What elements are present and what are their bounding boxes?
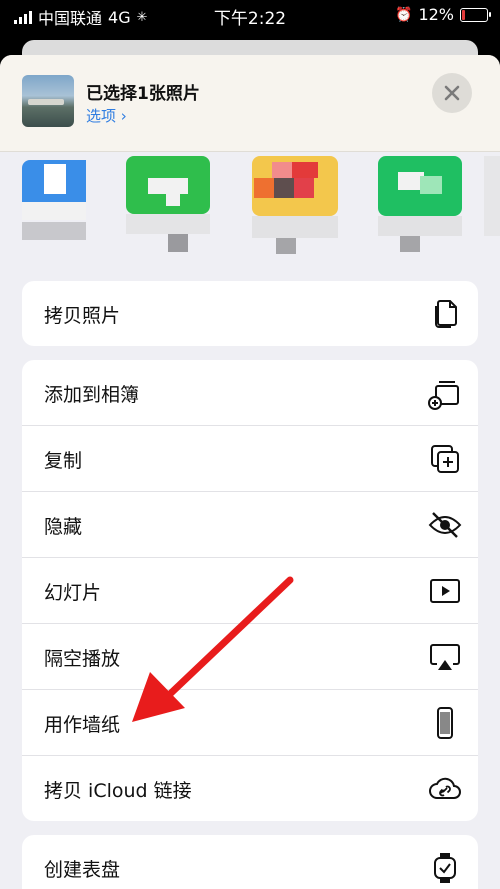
share-header: 已选择1张照片 选项 ›: [0, 55, 500, 152]
duplicate-icon: [431, 445, 459, 473]
alarm-icon: ⏰: [395, 6, 413, 23]
share-apps-row: [0, 152, 500, 282]
slideshow-play-icon: [430, 579, 460, 603]
add-to-album-icon: [428, 381, 459, 410]
watch-face-icon: [434, 853, 456, 883]
action-copy-photo[interactable]: 拷贝照片: [22, 281, 478, 346]
status-bar: 中国联通 4G ✳ 下午2:22 ⏰ 12%: [0, 0, 500, 30]
action-airplay[interactable]: 隔空播放: [22, 624, 478, 690]
phone-wallpaper-icon: [437, 707, 453, 739]
action-duplicate[interactable]: 复制: [22, 426, 478, 492]
action-label: 复制: [44, 450, 83, 472]
action-slideshow[interactable]: 幻灯片: [22, 558, 478, 624]
action-label: 拷贝 iCloud 链接: [44, 780, 192, 802]
action-label: 用作墙纸: [44, 714, 121, 736]
share-title: 已选择1张照片: [86, 84, 200, 104]
action-group-main: 添加到相簿 复制 隐藏 幻灯片 隔空播放 用作墙纸 拷贝 iCloud 链接: [22, 360, 478, 821]
action-create-watch-face[interactable]: 创建表盘: [22, 835, 478, 889]
airplay-icon: [430, 644, 460, 670]
action-group-copy: 拷贝照片: [22, 281, 478, 346]
action-label: 添加到相簿: [44, 384, 140, 406]
photo-thumbnail: [22, 75, 74, 127]
action-use-as-wallpaper[interactable]: 用作墙纸: [22, 690, 478, 756]
action-label: 隐藏: [44, 516, 83, 538]
action-label: 拷贝照片: [44, 305, 121, 327]
battery-icon: [460, 7, 491, 22]
action-group-watch: 创建表盘: [22, 835, 478, 889]
icloud-link-icon: [429, 777, 461, 799]
hide-eye-icon: [428, 512, 462, 538]
options-link[interactable]: 选项 ›: [86, 105, 127, 126]
action-label: 幻灯片: [44, 582, 102, 604]
action-hide[interactable]: 隐藏: [22, 492, 478, 558]
close-button[interactable]: [432, 73, 472, 113]
close-icon: [444, 85, 460, 101]
action-label: 创建表盘: [44, 859, 121, 881]
battery-percent: 12%: [418, 5, 454, 24]
action-copy-icloud-link[interactable]: 拷贝 iCloud 链接: [22, 756, 478, 821]
copy-photo-icon: [435, 300, 457, 328]
action-add-to-album[interactable]: 添加到相簿: [22, 360, 478, 426]
action-label: 隔空播放: [44, 648, 121, 670]
share-sheet: 已选择1张照片 选项 › 拷贝照片 添加到相簿 复制 隐藏 幻灯片 隔空播放 用…: [0, 55, 500, 889]
